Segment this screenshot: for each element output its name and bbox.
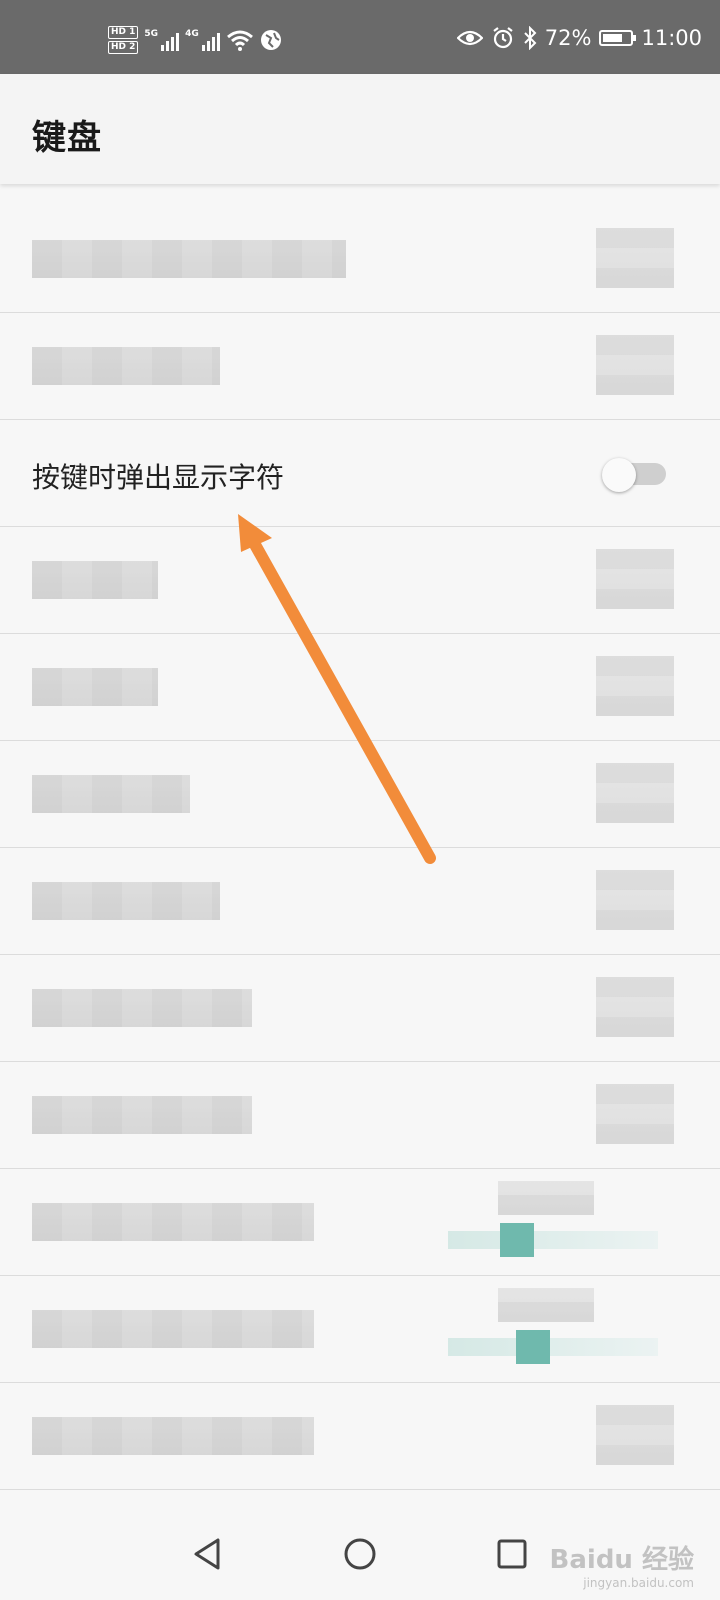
status-left: HD 1 HD 2 5G 4G: [108, 22, 282, 58]
battery-fill: [603, 34, 623, 42]
redacted-value: [596, 335, 674, 395]
redacted-value: [596, 763, 674, 823]
hd2-badge: HD 2: [108, 41, 139, 54]
redacted-value: [596, 656, 674, 716]
redacted-label: [32, 240, 346, 278]
battery-percent: 72%: [544, 26, 592, 50]
signal-5g-icon: 5G: [144, 29, 180, 51]
settings-row[interactable]: [0, 848, 720, 955]
redacted-value: [596, 870, 674, 930]
settings-row[interactable]: [0, 313, 720, 420]
page-title: 键盘: [32, 118, 102, 158]
settings-row[interactable]: [0, 1062, 720, 1169]
settings-row[interactable]: [0, 1276, 720, 1383]
settings-row[interactable]: [0, 634, 720, 741]
clock: 11:00: [641, 26, 702, 50]
toggle-thumb: [602, 458, 636, 492]
net2-label: 4G: [185, 29, 199, 39]
redacted-label: [32, 882, 220, 920]
bluetooth-icon: [524, 26, 537, 50]
redacted-value: [498, 1288, 594, 1322]
slider-thumb[interactable]: [500, 1223, 534, 1257]
home-icon[interactable]: [340, 1534, 380, 1574]
slider-track[interactable]: [448, 1231, 658, 1249]
hd-icon: HD 1 HD 2: [108, 26, 139, 54]
redacted-label: [32, 775, 190, 813]
redacted-label: [32, 347, 220, 385]
settings-row[interactable]: [0, 527, 720, 634]
watermark-subtext: jingyan.baidu.com: [583, 1576, 694, 1590]
settings-row[interactable]: [0, 206, 720, 313]
settings-row[interactable]: [0, 1169, 720, 1276]
battery-icon: [599, 30, 637, 46]
redacted-value: [596, 977, 674, 1037]
settings-row[interactable]: 按键时弹出显示字符: [0, 420, 720, 527]
redacted-label: [32, 1417, 314, 1455]
navigation-bar: Baidu 经验 jingyan.baidu.com: [0, 1506, 720, 1600]
popup-on-keypress-toggle[interactable]: [602, 458, 666, 492]
watermark-text: Baidu 经验: [549, 1545, 694, 1575]
back-icon[interactable]: [188, 1534, 228, 1574]
settings-row[interactable]: [0, 955, 720, 1062]
redacted-value: [596, 1405, 674, 1465]
alarm-icon: [493, 27, 513, 49]
eye-icon: [456, 30, 483, 46]
settings-row[interactable]: [0, 741, 720, 848]
status-bar: HD 1 HD 2 5G 4G 72% 11:00: [0, 0, 720, 74]
slider-track[interactable]: [448, 1338, 658, 1356]
slider-thumb[interactable]: [516, 1330, 550, 1364]
hd1-badge: HD 1: [108, 26, 139, 39]
watermark: Baidu 经验 jingyan.baidu.com: [550, 1539, 694, 1590]
redacted-label: [32, 668, 158, 706]
recents-icon[interactable]: [492, 1534, 532, 1574]
redacted-label: [32, 1310, 314, 1348]
redacted-label: [32, 1096, 252, 1134]
redacted-value: [596, 228, 674, 288]
row-label: 按键时弹出显示字符: [32, 461, 285, 494]
wifi-icon: [226, 30, 253, 51]
settings-row[interactable]: [0, 1383, 720, 1490]
vpn-globe-icon: [260, 30, 281, 50]
redacted-value: [596, 1084, 674, 1144]
signal-4g-icon: 4G: [185, 29, 220, 51]
net1-label: 5G: [144, 29, 159, 39]
app-bar: 键盘: [0, 74, 720, 184]
redacted-label: [32, 1203, 314, 1241]
status-right: 72% 11:00: [456, 26, 702, 50]
redacted-value: [498, 1181, 594, 1215]
redacted-label: [32, 561, 158, 599]
redacted-value: [596, 549, 674, 609]
redacted-label: [32, 989, 252, 1027]
